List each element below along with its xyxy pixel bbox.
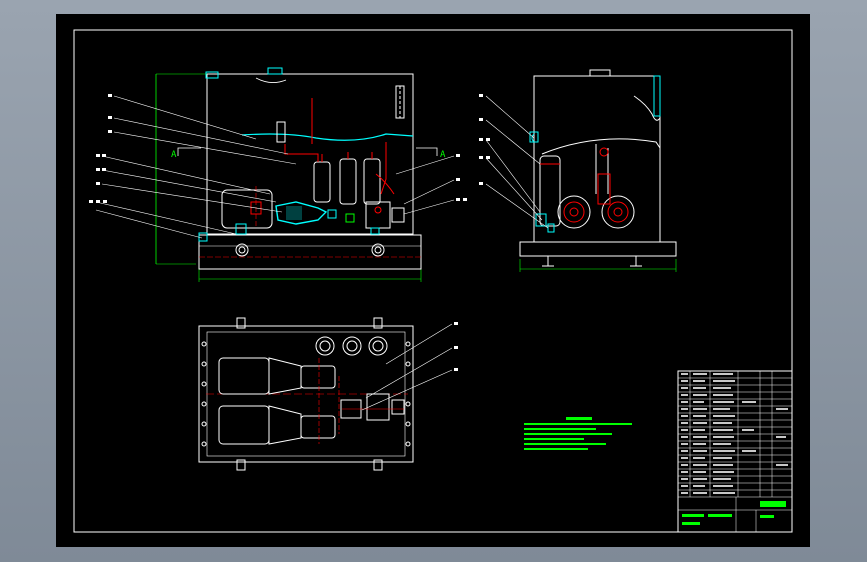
drawing-sheet: A A: [56, 14, 810, 547]
front-view-tag-marks: [89, 94, 467, 203]
technical-requirements-notes: [524, 417, 632, 450]
title-block: [677, 370, 793, 533]
cad-viewport[interactable]: A A: [0, 0, 867, 562]
top-view: [198, 317, 458, 471]
drawing-canvas: A A: [73, 29, 793, 533]
section-marker-left: A: [171, 150, 177, 160]
side-view: [479, 69, 677, 272]
inner-frame: [73, 29, 793, 533]
front-view: A A: [89, 67, 467, 282]
